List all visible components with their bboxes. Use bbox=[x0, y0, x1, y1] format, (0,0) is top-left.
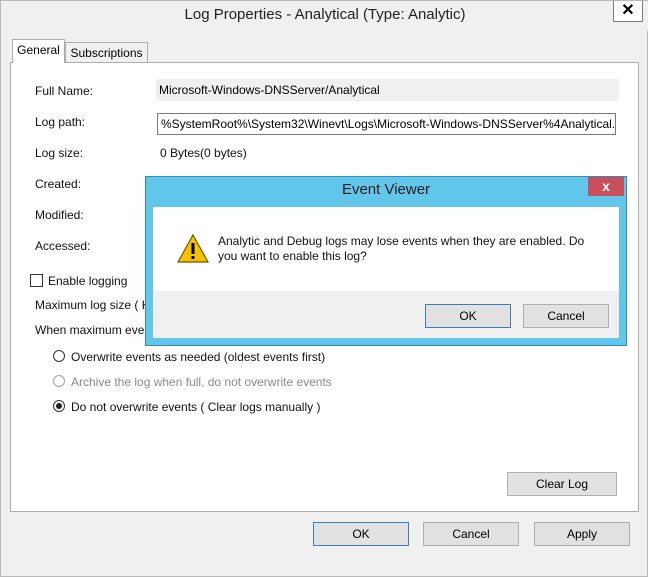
cancel-button[interactable]: Cancel bbox=[423, 522, 519, 546]
tab-subscriptions[interactable]: Subscriptions bbox=[65, 42, 148, 63]
apply-button[interactable]: Apply bbox=[534, 522, 630, 546]
log-size-value: 0 Bytes(0 bytes) bbox=[160, 146, 247, 160]
clear-log-button[interactable]: Clear Log bbox=[507, 472, 617, 496]
radio-selected-dot bbox=[56, 403, 62, 409]
radio-do-not-overwrite-label[interactable]: Do not overwrite events ( Clear logs man… bbox=[71, 400, 320, 414]
dialog-message-line1: Analytic and Debug logs may lose events … bbox=[218, 234, 585, 248]
close-button[interactable]: ✕ bbox=[613, 1, 643, 22]
dialog-title: Event Viewer bbox=[341, 181, 431, 198]
log-path-field[interactable]: %SystemRoot%\System32\Winevt\Logs\Micros… bbox=[157, 113, 616, 135]
tab-general-label: General bbox=[17, 43, 60, 57]
created-label: Created: bbox=[35, 177, 82, 191]
dialog-footer: OK Cancel bbox=[153, 291, 619, 338]
modified-label: Modified: bbox=[35, 208, 84, 222]
dialog-body: Analytic and Debug logs may lose events … bbox=[153, 207, 619, 338]
max-log-size-label: Maximum log size ( K bbox=[35, 298, 150, 312]
dialog-message-line2: you want to enable this log? bbox=[218, 249, 367, 263]
enable-logging-checkbox[interactable] bbox=[30, 274, 43, 287]
ok-button[interactable]: OK bbox=[313, 522, 409, 546]
dialog-ok-button[interactable]: OK bbox=[425, 304, 511, 328]
close-icon: x bbox=[602, 178, 610, 194]
close-icon: ✕ bbox=[621, 2, 635, 19]
full-name-label: Full Name: bbox=[35, 84, 94, 98]
log-path-label: Log path: bbox=[35, 115, 86, 129]
event-viewer-dialog: Event Viewer x Analytic and Debug logs m… bbox=[145, 176, 627, 346]
radio-archive-when-full bbox=[53, 375, 65, 387]
radio-overwrite-as-needed[interactable] bbox=[53, 350, 65, 362]
warning-icon bbox=[176, 233, 210, 264]
radio-archive-when-full-label: Archive the log when full, do not overwr… bbox=[71, 375, 332, 389]
enable-logging-label[interactable]: Enable logging bbox=[48, 274, 127, 288]
window-title: Log Properties - Analytical (Type: Analy… bbox=[184, 6, 466, 23]
radio-overwrite-as-needed-label[interactable]: Overwrite events as needed (oldest event… bbox=[71, 350, 325, 364]
full-name-value: Microsoft-Windows-DNSServer/Analytical bbox=[156, 79, 619, 101]
dialog-cancel-button[interactable]: Cancel bbox=[523, 304, 609, 328]
when-max-label: When maximum ever bbox=[35, 323, 149, 337]
tab-subscriptions-label: Subscriptions bbox=[70, 46, 143, 60]
dialog-close-button[interactable]: x bbox=[588, 177, 624, 196]
dialog-message: Analytic and Debug logs may lose events … bbox=[218, 234, 613, 264]
radio-do-not-overwrite[interactable] bbox=[53, 400, 65, 412]
tab-general[interactable]: General bbox=[12, 39, 65, 63]
log-size-label: Log size: bbox=[35, 146, 84, 160]
title-bar[interactable]: Log Properties - Analytical (Type: Analy… bbox=[1, 1, 648, 31]
accessed-label: Accessed: bbox=[35, 239, 91, 253]
